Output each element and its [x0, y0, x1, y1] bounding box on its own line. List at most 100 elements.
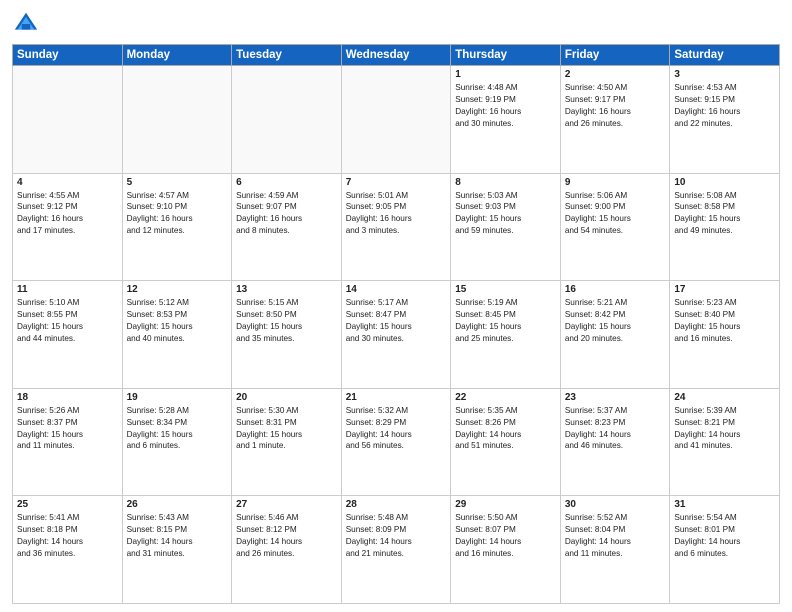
day-number: 25: [17, 499, 118, 510]
day-info: Sunrise: 5:41 AM Sunset: 8:18 PM Dayligh…: [17, 512, 118, 560]
day-number: 6: [236, 177, 337, 188]
calendar-cell: 6 Sunrise: 4:59 AM Sunset: 9:07 PM Daylig…: [232, 173, 342, 281]
day-info: Sunrise: 4:50 AM Sunset: 9:17 PM Dayligh…: [565, 82, 666, 130]
calendar-cell: 24 Sunrise: 5:39 AM Sunset: 8:21 PM Dayli…: [670, 388, 780, 496]
week-row-1: 4Sunrise: 4:55 AM Sunset: 9:12 PM Daylig…: [13, 173, 780, 281]
weekday-header-friday: Friday: [560, 45, 670, 66]
weekday-header-sunday: Sunday: [13, 45, 123, 66]
day-info: Sunrise: 5:23 AM Sunset: 8:40 PM Dayligh…: [674, 297, 775, 345]
calendar-cell: 2 Sunrise: 4:50 AM Sunset: 9:17 PM Daylig…: [560, 66, 670, 174]
day-number: 11: [17, 284, 118, 295]
logo-icon: [12, 10, 40, 38]
calendar-cell: 5 Sunrise: 4:57 AM Sunset: 9:10 PM Daylig…: [122, 173, 232, 281]
day-info: Sunrise: 5:01 AM Sunset: 9:05 PM Dayligh…: [346, 190, 447, 238]
day-info: Sunrise: 5:12 AM Sunset: 8:53 PM Dayligh…: [127, 297, 228, 345]
day-info: Sunrise: 4:53 AM Sunset: 9:15 PM Dayligh…: [674, 82, 775, 130]
calendar-cell: 26 Sunrise: 5:43 AM Sunset: 8:15 PM Dayli…: [122, 496, 232, 604]
day-info: Sunrise: 5:52 AM Sunset: 8:04 PM Dayligh…: [565, 512, 666, 560]
day-number: 14: [346, 284, 447, 295]
day-info: Sunrise: 5:21 AM Sunset: 8:42 PM Dayligh…: [565, 297, 666, 345]
logo: [12, 10, 44, 38]
calendar-cell: 4Sunrise: 4:55 AM Sunset: 9:12 PM Daylig…: [13, 173, 123, 281]
calendar-cell: 23 Sunrise: 5:37 AM Sunset: 8:23 PM Dayli…: [560, 388, 670, 496]
day-number: 16: [565, 284, 666, 295]
day-number: 1: [455, 69, 556, 80]
day-info: Sunrise: 5:37 AM Sunset: 8:23 PM Dayligh…: [565, 405, 666, 453]
day-info: Sunrise: 5:28 AM Sunset: 8:34 PM Dayligh…: [127, 405, 228, 453]
day-number: 24: [674, 392, 775, 403]
weekday-header-thursday: Thursday: [451, 45, 561, 66]
calendar-cell: 20 Sunrise: 5:30 AM Sunset: 8:31 PM Dayli…: [232, 388, 342, 496]
calendar-cell: 14 Sunrise: 5:17 AM Sunset: 8:47 PM Dayli…: [341, 281, 451, 389]
day-info: Sunrise: 5:30 AM Sunset: 8:31 PM Dayligh…: [236, 405, 337, 453]
day-info: Sunrise: 5:50 AM Sunset: 8:07 PM Dayligh…: [455, 512, 556, 560]
day-number: 7: [346, 177, 447, 188]
calendar-cell: 27 Sunrise: 5:46 AM Sunset: 8:12 PM Dayli…: [232, 496, 342, 604]
week-row-0: 1 Sunrise: 4:48 AM Sunset: 9:19 PM Daylig…: [13, 66, 780, 174]
day-number: 18: [17, 392, 118, 403]
day-info: Sunrise: 4:59 AM Sunset: 9:07 PM Dayligh…: [236, 190, 337, 238]
calendar-cell: 7 Sunrise: 5:01 AM Sunset: 9:05 PM Daylig…: [341, 173, 451, 281]
calendar-cell: 21 Sunrise: 5:32 AM Sunset: 8:29 PM Dayli…: [341, 388, 451, 496]
day-number: 21: [346, 392, 447, 403]
calendar-cell: 16 Sunrise: 5:21 AM Sunset: 8:42 PM Dayli…: [560, 281, 670, 389]
day-info: Sunrise: 5:19 AM Sunset: 8:45 PM Dayligh…: [455, 297, 556, 345]
calendar-cell: 13 Sunrise: 5:15 AM Sunset: 8:50 PM Dayli…: [232, 281, 342, 389]
day-number: 19: [127, 392, 228, 403]
day-number: 27: [236, 499, 337, 510]
day-number: 2: [565, 69, 666, 80]
calendar-cell: 31Sunrise: 5:54 AM Sunset: 8:01 PM Dayli…: [670, 496, 780, 604]
calendar-cell: 11 Sunrise: 5:10 AM Sunset: 8:55 PM Dayli…: [13, 281, 123, 389]
week-row-3: 18Sunrise: 5:26 AM Sunset: 8:37 PM Dayli…: [13, 388, 780, 496]
day-number: 22: [455, 392, 556, 403]
calendar-cell: [122, 66, 232, 174]
calendar-cell: 25 Sunrise: 5:41 AM Sunset: 8:18 PM Dayli…: [13, 496, 123, 604]
calendar-table: SundayMondayTuesdayWednesdayThursdayFrid…: [12, 44, 780, 604]
header: [12, 10, 780, 38]
day-number: 29: [455, 499, 556, 510]
day-info: Sunrise: 5:43 AM Sunset: 8:15 PM Dayligh…: [127, 512, 228, 560]
day-number: 4: [17, 177, 118, 188]
week-row-4: 25 Sunrise: 5:41 AM Sunset: 8:18 PM Dayli…: [13, 496, 780, 604]
calendar-cell: 30 Sunrise: 5:52 AM Sunset: 8:04 PM Dayli…: [560, 496, 670, 604]
calendar-cell: 10 Sunrise: 5:08 AM Sunset: 8:58 PM Dayli…: [670, 173, 780, 281]
calendar-cell: 15 Sunrise: 5:19 AM Sunset: 8:45 PM Dayli…: [451, 281, 561, 389]
day-info: Sunrise: 5:32 AM Sunset: 8:29 PM Dayligh…: [346, 405, 447, 453]
day-info: Sunrise: 5:10 AM Sunset: 8:55 PM Dayligh…: [17, 297, 118, 345]
day-info: Sunrise: 5:17 AM Sunset: 8:47 PM Dayligh…: [346, 297, 447, 345]
day-info: Sunrise: 5:15 AM Sunset: 8:50 PM Dayligh…: [236, 297, 337, 345]
day-info: Sunrise: 5:46 AM Sunset: 8:12 PM Dayligh…: [236, 512, 337, 560]
day-number: 20: [236, 392, 337, 403]
calendar-cell: [232, 66, 342, 174]
day-info: Sunrise: 5:35 AM Sunset: 8:26 PM Dayligh…: [455, 405, 556, 453]
day-number: 31: [674, 499, 775, 510]
day-number: 30: [565, 499, 666, 510]
day-info: Sunrise: 5:48 AM Sunset: 8:09 PM Dayligh…: [346, 512, 447, 560]
day-number: 17: [674, 284, 775, 295]
day-info: Sunrise: 5:06 AM Sunset: 9:00 PM Dayligh…: [565, 190, 666, 238]
day-number: 5: [127, 177, 228, 188]
day-number: 12: [127, 284, 228, 295]
day-number: 15: [455, 284, 556, 295]
day-number: 26: [127, 499, 228, 510]
page: SundayMondayTuesdayWednesdayThursdayFrid…: [0, 0, 792, 612]
calendar-cell: 17 Sunrise: 5:23 AM Sunset: 8:40 PM Dayli…: [670, 281, 780, 389]
day-number: 10: [674, 177, 775, 188]
weekday-header-saturday: Saturday: [670, 45, 780, 66]
calendar-cell: 29 Sunrise: 5:50 AM Sunset: 8:07 PM Dayli…: [451, 496, 561, 604]
day-info: Sunrise: 5:03 AM Sunset: 9:03 PM Dayligh…: [455, 190, 556, 238]
calendar-cell: 8Sunrise: 5:03 AM Sunset: 9:03 PM Daylig…: [451, 173, 561, 281]
day-info: Sunrise: 4:57 AM Sunset: 9:10 PM Dayligh…: [127, 190, 228, 238]
calendar-cell: 22 Sunrise: 5:35 AM Sunset: 8:26 PM Dayli…: [451, 388, 561, 496]
day-info: Sunrise: 5:39 AM Sunset: 8:21 PM Dayligh…: [674, 405, 775, 453]
day-info: Sunrise: 4:48 AM Sunset: 9:19 PM Dayligh…: [455, 82, 556, 130]
day-number: 23: [565, 392, 666, 403]
day-number: 28: [346, 499, 447, 510]
day-info: Sunrise: 5:08 AM Sunset: 8:58 PM Dayligh…: [674, 190, 775, 238]
day-number: 3: [674, 69, 775, 80]
day-number: 13: [236, 284, 337, 295]
calendar-cell: 9Sunrise: 5:06 AM Sunset: 9:00 PM Daylig…: [560, 173, 670, 281]
weekday-header-row: SundayMondayTuesdayWednesdayThursdayFrid…: [13, 45, 780, 66]
weekday-header-wednesday: Wednesday: [341, 45, 451, 66]
weekday-header-monday: Monday: [122, 45, 232, 66]
